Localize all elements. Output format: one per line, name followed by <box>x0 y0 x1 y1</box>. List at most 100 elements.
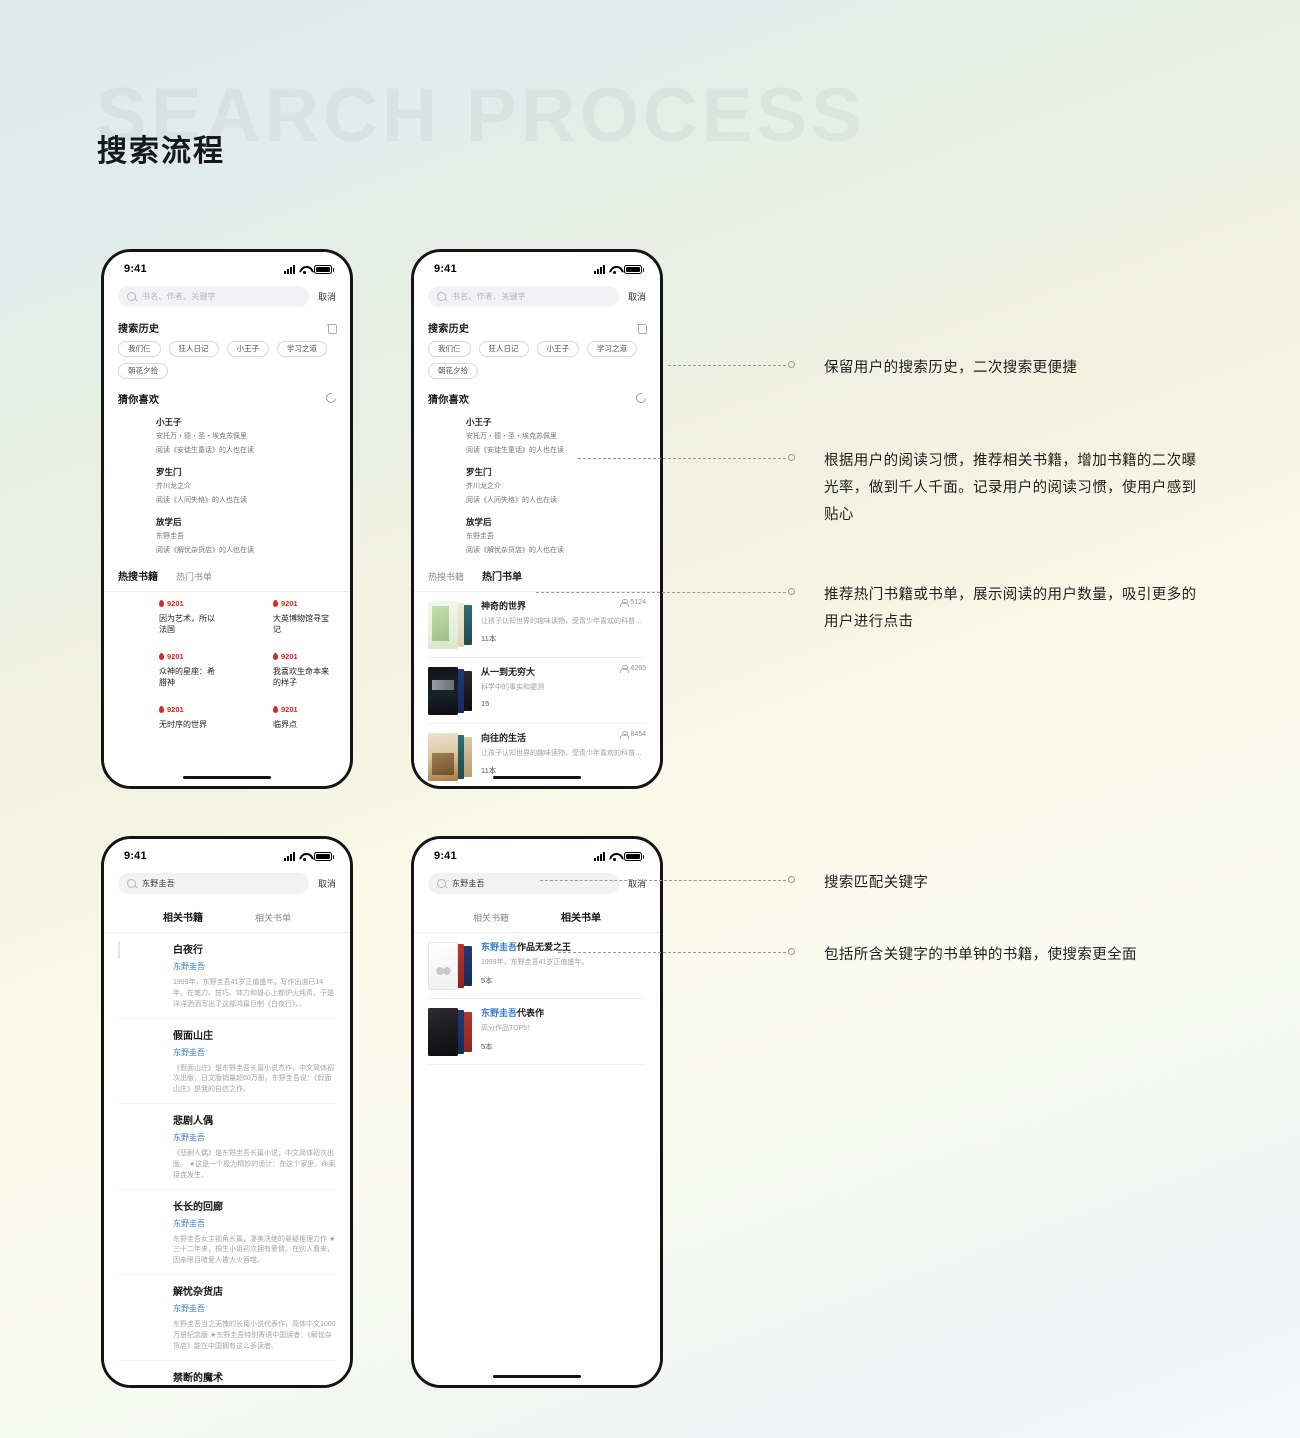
flame-icon <box>273 599 278 607</box>
flame-icon <box>273 705 278 713</box>
history-tag[interactable]: 我们仨 <box>428 341 471 357</box>
status-icons <box>284 264 334 274</box>
book-title: 长长的回廊 <box>173 1201 223 1213</box>
status-bar: 9:41 <box>414 839 660 869</box>
book-cover <box>118 941 164 1005</box>
cancel-button[interactable]: 取消 <box>628 290 646 303</box>
cellular-signal-icon <box>284 851 295 861</box>
status-bar: 9:41 <box>104 252 350 282</box>
cellular-signal-icon <box>594 851 605 861</box>
booklist-covers <box>428 731 472 783</box>
booklist-covers <box>428 599 472 651</box>
tab-related-books[interactable]: 相关书籍 <box>163 909 203 926</box>
annotation-dot <box>788 454 795 461</box>
search-input[interactable]: 书名、作者、关键字 <box>428 286 619 307</box>
list-item[interactable]: 罗生门 芥川龙之介 阅读《人间失格》的人也在读 <box>118 462 336 512</box>
book-author: 东野圭吾 <box>173 1047 205 1057</box>
list-item[interactable]: 解忧杂货店 东野圭吾 东野圭吾当之无愧的长篇小说代表作，简体中文1000万册纪念… <box>118 1275 336 1361</box>
book-cover <box>232 598 266 645</box>
list-item[interactable]: 小王子 安托万・德・圣・埃克苏佩里 阅读《安徒生童话》的人也在读 <box>118 412 336 462</box>
keyword-highlight: 东野圭吾 <box>481 942 518 952</box>
screen-search-results-booklists: 9:41 东野圭吾 取消 相关书籍 相关书单 东野圭吾作品无爱之王 1999年，… <box>414 839 660 1385</box>
guess-you-like-list: 小王子 安托万・德・圣・埃克苏佩里 阅读《安徒生童话》的人也在读 罗生门 芥川龙… <box>414 412 660 562</box>
refresh-icon[interactable] <box>634 391 648 405</box>
list-item[interactable]: 长长的回廊 东野圭吾 东野圭吾女主视角长篇，凄美决绝的悬疑推理力作 ★三十二年来… <box>118 1190 336 1276</box>
status-icons <box>284 851 334 861</box>
history-tag[interactable]: 学习之道 <box>277 341 327 357</box>
history-tag[interactable]: 学习之道 <box>587 341 637 357</box>
book-note: 阅读《人间失格》的人也在读 <box>466 496 557 504</box>
people-icon <box>620 664 630 673</box>
list-item[interactable]: 悲剧人偶 东野圭吾 《悲剧人偶》是东野圭吾长篇小说，中文简体初次出版。 ★这是一… <box>118 1104 336 1190</box>
cancel-button[interactable]: 取消 <box>318 290 336 303</box>
annotation-dot <box>788 588 795 595</box>
list-item[interactable]: 白夜行 东野圭吾 1999年，东野圭吾41岁正值盛年，写作出道已14年，在笔力、… <box>118 933 336 1019</box>
book-title: 假面山庄 <box>173 1030 213 1042</box>
cancel-button[interactable]: 取消 <box>628 877 646 890</box>
book-title: 放学后 <box>156 516 182 527</box>
search-query-value: 东野圭吾 <box>142 879 175 888</box>
book-cover <box>118 515 148 557</box>
tab-hot-books[interactable]: 热搜书籍 <box>118 568 158 585</box>
book-cover <box>118 1112 164 1176</box>
history-tag[interactable]: 小王子 <box>536 341 579 357</box>
tab-hot-booklists[interactable]: 热门书单 <box>176 570 212 585</box>
table-row[interactable]: 从一到无穷大 4265 科学中的事实和臆测 15 <box>428 658 646 724</box>
refresh-icon[interactable] <box>324 391 338 405</box>
list-item[interactable]: 放学后 东野圭吾 阅读《解忧杂货店》的人也在读 <box>428 512 646 562</box>
book-cover <box>118 415 148 457</box>
history-tag[interactable]: 小王子 <box>226 341 269 357</box>
tab-related-books[interactable]: 相关书籍 <box>473 911 509 926</box>
history-tag[interactable]: 我们仨 <box>118 341 161 357</box>
tab-hot-booklists[interactable]: 热门书单 <box>482 568 522 585</box>
book-cover <box>232 704 266 751</box>
book-cover <box>118 465 148 507</box>
trash-icon[interactable] <box>637 323 647 334</box>
list-item[interactable]: 9201 临界点 <box>232 704 336 751</box>
list-item[interactable]: 9201 无时序的世界 <box>118 704 222 751</box>
list-item[interactable]: 放学后 东野圭吾 阅读《解忧杂货店》的人也在读 <box>118 512 336 562</box>
history-tag[interactable]: 朝花夕拾 <box>118 362 168 379</box>
table-row[interactable]: 向往的生活 8454 让孩子认知世界的趣味读物，受青少年喜欢的科普读物！ 11本 <box>428 724 646 787</box>
hot-count: 9201 <box>281 704 298 714</box>
list-item[interactable]: 假面山庄 东野圭吾 《假面山庄》是东野圭吾长篇小说杰作，中文简体初次出版，日文版… <box>118 1019 336 1105</box>
table-row[interactable]: 神奇的世界 5124 让孩子认知世界的趣味读物，受青少年喜欢的科普读物！ 11本 <box>428 592 646 658</box>
booklist-count: 5本 <box>481 975 493 985</box>
search-history-header: 搜索历史 <box>414 316 660 341</box>
list-item[interactable]: 9201 我喜欢生命本来的样子 <box>232 651 336 698</box>
wifi-icon <box>609 265 620 274</box>
history-tag[interactable]: 狂人日记 <box>478 341 529 357</box>
flame-icon <box>159 599 164 607</box>
list-item[interactable]: 小王子 安托万・德・圣・埃克苏佩里 阅读《安徒生童话》的人也在读 <box>428 412 646 462</box>
status-bar: 9:41 <box>414 252 660 282</box>
search-history-title: 搜索历史 <box>118 324 160 335</box>
history-tag[interactable]: 朝花夕拾 <box>428 362 478 379</box>
list-item[interactable]: 9201 大英博物馆寻宝记 <box>232 598 336 645</box>
hot-count: 9201 <box>281 598 298 608</box>
annotation-leader-line <box>540 880 786 881</box>
list-item[interactable]: 罗生门 芥川龙之介 阅读《人间失格》的人也在读 <box>428 462 646 512</box>
status-icons <box>594 264 644 274</box>
search-input[interactable]: 东野圭吾 <box>428 873 619 894</box>
table-row[interactable]: 东野圭吾代表作 高分作品TOP5！ 5本 <box>428 999 646 1065</box>
table-row[interactable]: 东野圭吾作品无爱之王 1999年，东野圭吾41岁正值盛年。 5本 <box>428 933 646 999</box>
screen-search-home: 9:41 书名、作者、关键字 取消 搜索历史 我们仨 狂人日记 小王子 学习之道… <box>104 252 350 786</box>
status-time: 9:41 <box>124 850 147 862</box>
flame-icon <box>159 705 164 713</box>
book-cover <box>428 415 458 457</box>
list-item[interactable]: 禁断的魔术 东野圭吾 《禁断的魔术》是东野圭吾《嫌疑人X的献身》系列 <box>118 1361 336 1385</box>
list-item[interactable]: 9201 众神的星座：希腊神 <box>118 651 222 698</box>
history-tag[interactable]: 狂人日记 <box>168 341 219 357</box>
battery-icon <box>624 264 644 274</box>
tab-related-booklists[interactable]: 相关书单 <box>255 911 291 926</box>
search-input[interactable]: 书名、作者、关键字 <box>118 286 309 307</box>
list-item[interactable]: 9201 因为艺术，所以法国 <box>118 598 222 645</box>
trash-icon[interactable] <box>327 323 337 334</box>
status-time: 9:41 <box>434 263 457 275</box>
tab-related-booklists[interactable]: 相关书单 <box>561 909 601 926</box>
tab-hot-books[interactable]: 热搜书籍 <box>428 570 464 585</box>
book-title: 罗生门 <box>466 466 492 477</box>
cellular-signal-icon <box>594 264 605 274</box>
cancel-button[interactable]: 取消 <box>318 877 336 890</box>
search-input[interactable]: 东野圭吾 <box>118 873 309 894</box>
